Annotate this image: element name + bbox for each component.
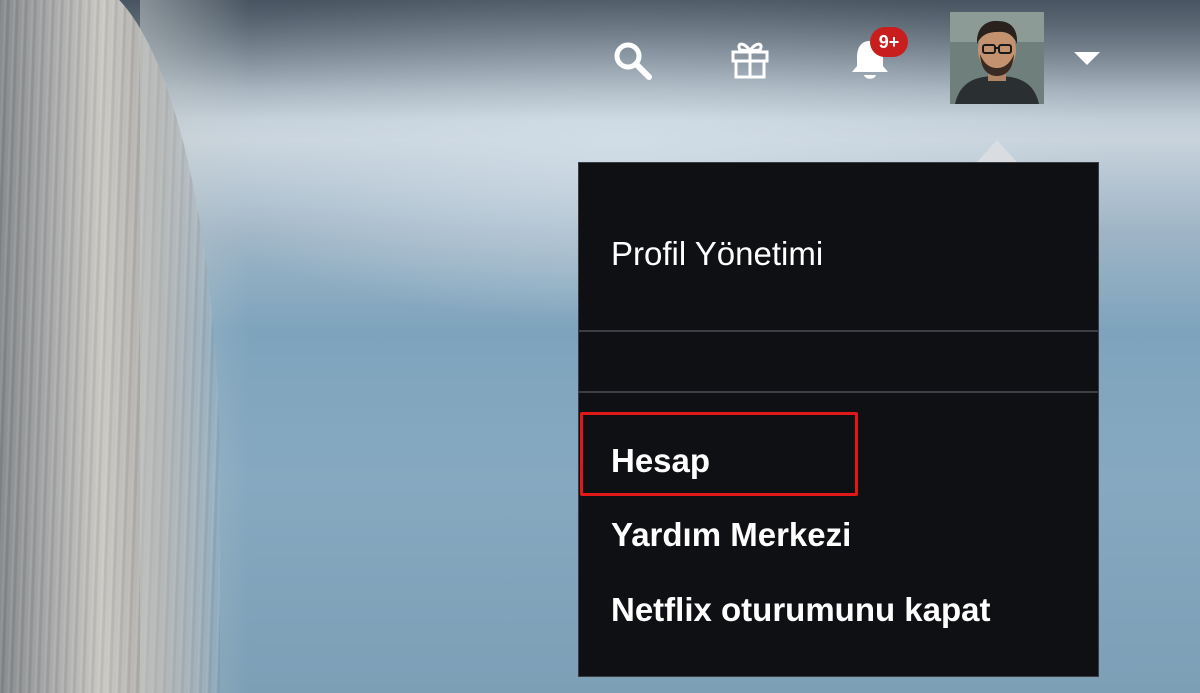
chevron-down-icon[interactable] [1072, 50, 1102, 66]
gift-icon[interactable] [728, 37, 772, 81]
menu-divider [579, 391, 1098, 393]
avatar-portrait [950, 12, 1044, 104]
background-hair-glow [140, 0, 250, 693]
menu-item-sign-out[interactable]: Netflix oturumunu kapat [611, 591, 991, 629]
netflix-page: 9+ Profil Yönetimi Hesap Yardım Merkezi … [0, 0, 1200, 693]
notification-badge: 9+ [870, 27, 908, 57]
menu-divider [579, 330, 1098, 332]
dropdown-pointer [977, 140, 1017, 162]
account-dropdown-menu: Profil Yönetimi Hesap Yardım Merkezi Net… [578, 162, 1099, 677]
search-icon[interactable] [612, 40, 654, 82]
menu-item-help-center[interactable]: Yardım Merkezi [611, 516, 851, 554]
menu-item-account[interactable]: Hesap [611, 442, 710, 480]
menu-item-profile-management[interactable]: Profil Yönetimi [611, 235, 823, 273]
profile-avatar[interactable] [950, 12, 1044, 104]
